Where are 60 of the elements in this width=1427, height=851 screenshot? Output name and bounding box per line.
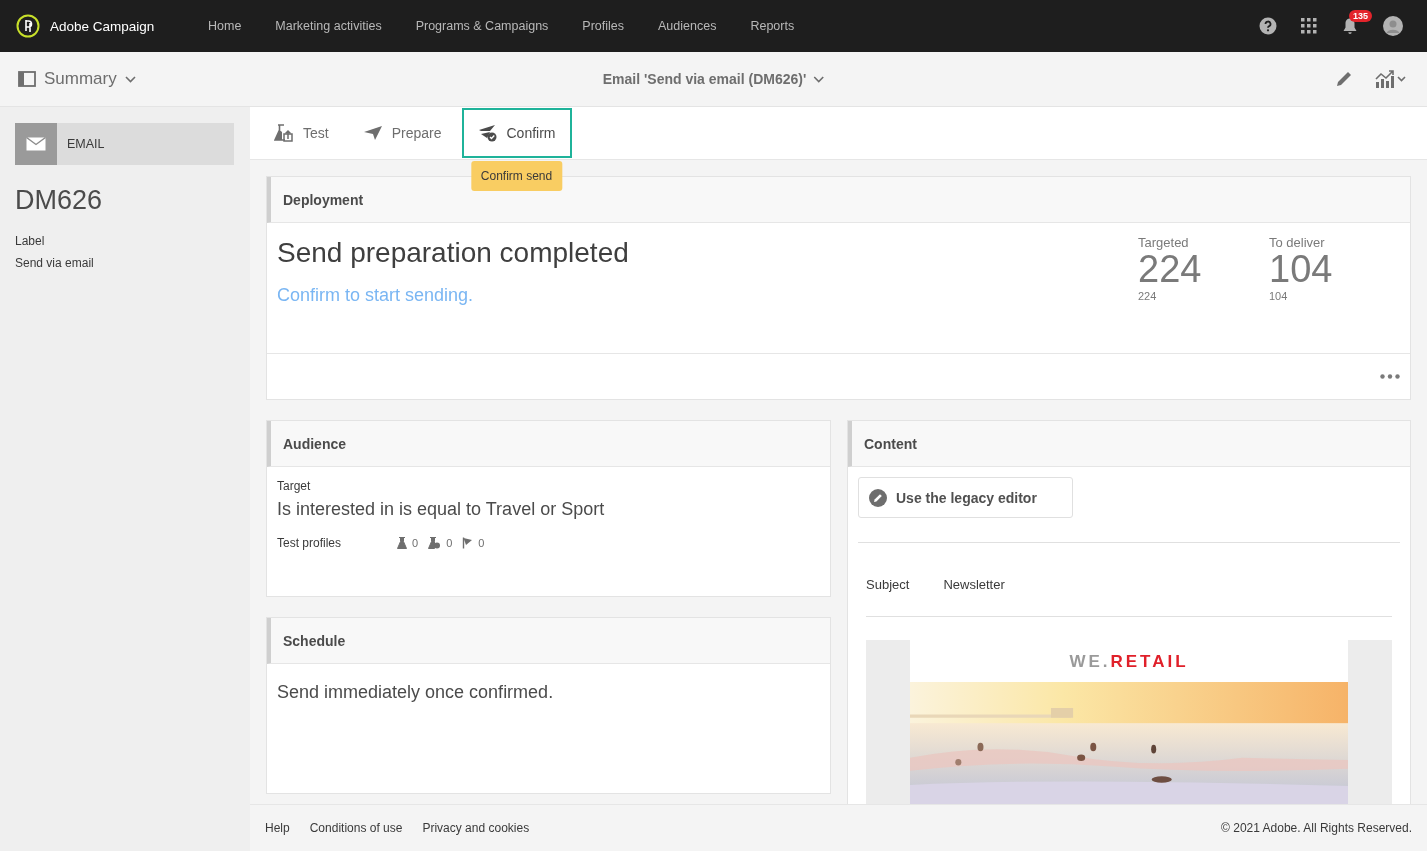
nav-link[interactable]: Reports bbox=[750, 19, 795, 33]
test-profile-count: 0 bbox=[446, 537, 453, 549]
flask-check-icon bbox=[428, 537, 442, 549]
apps-grid-icon[interactable] bbox=[1301, 18, 1317, 34]
test-profile-count: 0 bbox=[478, 537, 485, 549]
flag-icon bbox=[462, 537, 474, 549]
nav-link[interactable]: Programs & Campaigns bbox=[415, 19, 549, 33]
stat-value: 224 bbox=[1138, 250, 1203, 290]
plane-check-icon bbox=[477, 124, 498, 142]
sidebar-panel-icon bbox=[18, 71, 36, 87]
nav-link[interactable]: Profiles bbox=[582, 19, 625, 33]
panel-title: Audience bbox=[267, 421, 830, 467]
panel-title: Schedule bbox=[267, 618, 830, 664]
channel-label: EMAIL bbox=[66, 137, 105, 151]
pencil-icon[interactable] bbox=[1335, 70, 1353, 88]
stat-label: Targeted bbox=[1138, 235, 1190, 250]
logo-icon[interactable] bbox=[16, 14, 40, 38]
footer-link[interactable]: Help bbox=[265, 821, 290, 835]
pencil-icon bbox=[869, 488, 887, 507]
stat-subvalue: 224 bbox=[1138, 289, 1158, 302]
stat-subvalue: 104 bbox=[1269, 289, 1289, 302]
chevron-down-icon bbox=[813, 75, 825, 83]
status-text: Send preparation completed bbox=[277, 237, 630, 269]
test-profile-count: 0 bbox=[412, 537, 419, 549]
panel-title: Content bbox=[848, 421, 1410, 467]
notification-bell-icon[interactable] bbox=[1341, 17, 1359, 35]
legacy-editor-button[interactable]: Use the legacy editor bbox=[858, 477, 1073, 518]
field-label: Label bbox=[15, 234, 46, 248]
help-icon[interactable] bbox=[1259, 17, 1277, 35]
delivery-title-dropdown[interactable]: Email 'Send via email (DM626)' bbox=[602, 71, 825, 87]
brand-logo: WE.RETAIL bbox=[910, 640, 1348, 682]
app-name: Adobe Campaign bbox=[50, 18, 155, 34]
toolbar-button[interactable]: Prepare bbox=[348, 108, 456, 158]
subject-value: Newsletter bbox=[943, 577, 1005, 592]
test-profiles-label: Test profiles bbox=[277, 536, 343, 550]
target-text: Is interested in is equal to Travel or Sport bbox=[277, 499, 606, 520]
summary-dropdown[interactable]: Summary bbox=[18, 69, 136, 89]
stat-value: 104 bbox=[1269, 250, 1334, 290]
notification-count: 135 bbox=[1349, 10, 1373, 22]
subject-label: Subject bbox=[866, 577, 910, 592]
delivery-name: DM626 bbox=[15, 185, 104, 216]
envelope-icon bbox=[26, 137, 46, 151]
toolbar-button[interactable]: Confirm bbox=[461, 108, 572, 158]
target-label: Target bbox=[277, 479, 312, 493]
nav-link[interactable]: Audiences bbox=[658, 19, 717, 33]
field-value: Send via email bbox=[15, 256, 95, 270]
toolbar-button[interactable]: Test bbox=[260, 108, 343, 158]
flask-upload-icon bbox=[274, 124, 294, 142]
footer-link[interactable]: Conditions of use bbox=[309, 821, 403, 835]
chevron-down-icon bbox=[124, 75, 136, 83]
stat-label: To deliver bbox=[1269, 235, 1326, 250]
nav-link[interactable]: Home bbox=[208, 19, 242, 33]
nav-link[interactable]: Marketing activities bbox=[275, 19, 382, 33]
flask-icon bbox=[397, 537, 407, 549]
more-icon[interactable] bbox=[1380, 374, 1400, 379]
schedule-text: Send immediately once confirmed. bbox=[277, 682, 555, 703]
avatar-icon[interactable] bbox=[1383, 16, 1403, 36]
copyright: © 2021 Adobe. All Rights Reserved. bbox=[1221, 821, 1412, 835]
footer-link[interactable]: Privacy and cookies bbox=[422, 821, 530, 835]
chart-dropdown-icon[interactable] bbox=[1375, 70, 1407, 88]
